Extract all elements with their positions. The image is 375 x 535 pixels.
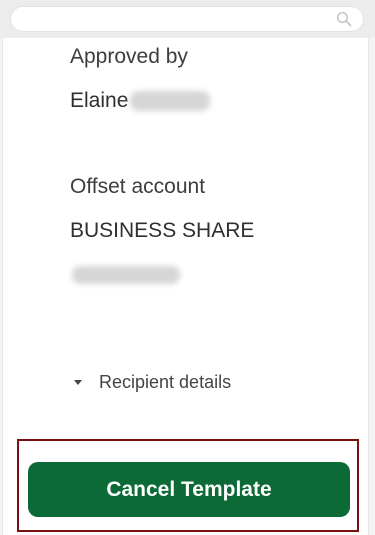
top-bar [0, 0, 375, 38]
search-icon[interactable] [336, 11, 352, 27]
caret-down-icon [74, 379, 82, 385]
offset-account-name: BUSINESS SHARE [70, 219, 255, 242]
redacted-surname [130, 91, 211, 112]
redacted-account-number [72, 266, 180, 284]
offset-account-label: Offset account [70, 175, 206, 198]
recipient-details-label: Recipient details [99, 371, 232, 392]
approved-by-label: Approved by [70, 45, 188, 68]
approved-by-value: Elaine [70, 89, 211, 113]
search-input[interactable] [10, 6, 364, 32]
cancel-template-button[interactable]: Cancel Template [28, 462, 350, 517]
recipient-details-toggle[interactable]: Recipient details [74, 371, 231, 393]
approved-by-first-name: Elaine [70, 89, 129, 112]
